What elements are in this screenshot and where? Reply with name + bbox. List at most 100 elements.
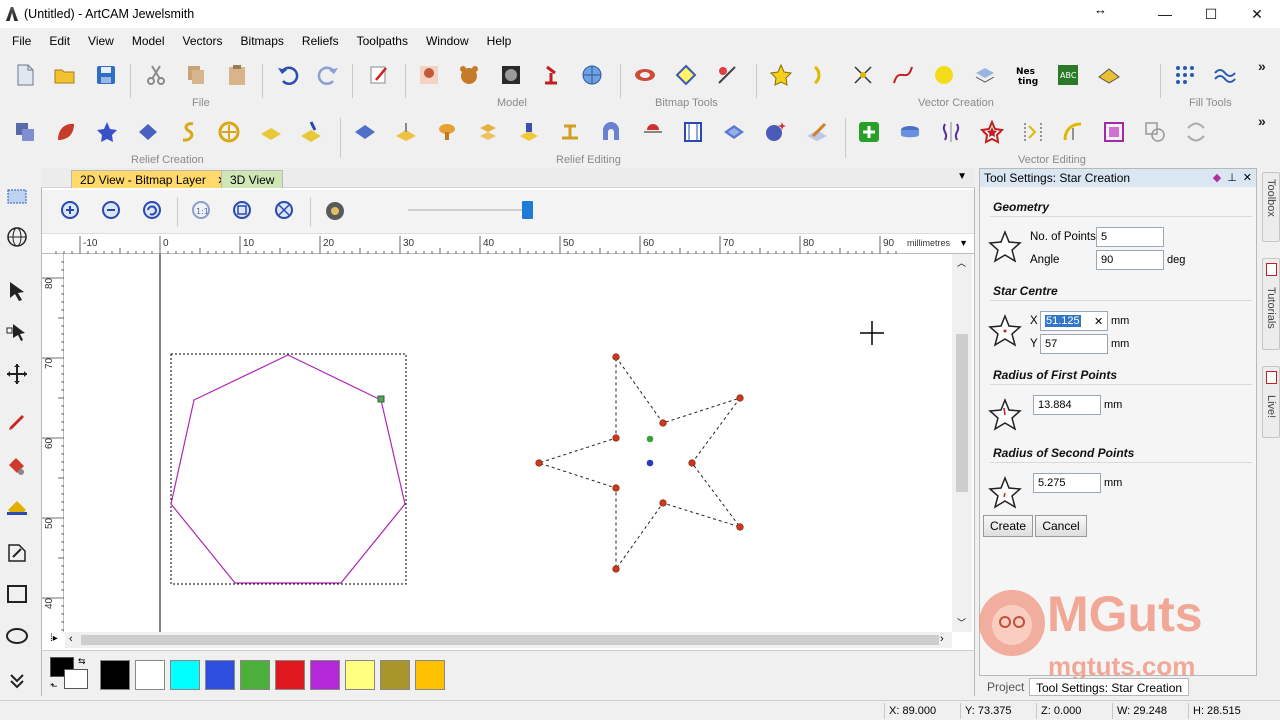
- bitmap-tools-icon[interactable]: [714, 62, 740, 88]
- node-edit-icon[interactable]: [850, 62, 876, 88]
- toolbar-overflow-2[interactable]: »: [1258, 113, 1266, 129]
- relief-extrude-icon[interactable]: [135, 119, 161, 145]
- layers-vector-icon[interactable]: [972, 62, 998, 88]
- tab-list-dropdown-icon[interactable]: ▼: [957, 171, 967, 182]
- wrap-vector-icon[interactable]: [1096, 62, 1122, 88]
- pencil-draw-icon[interactable]: [4, 409, 30, 435]
- redo-icon[interactable]: [316, 62, 342, 88]
- relief-star-burst-icon[interactable]: [762, 119, 788, 145]
- secondary-colour-swatch[interactable]: [64, 669, 88, 689]
- nesting-icon[interactable]: Nes ting: [1013, 62, 1039, 88]
- drawing-canvas[interactable]: [65, 254, 952, 632]
- relief-scale-icon[interactable]: [557, 119, 583, 145]
- relief-split-icon[interactable]: [475, 119, 501, 145]
- relief-smooth-icon[interactable]: [393, 119, 419, 145]
- menu-edit[interactable]: Edit: [43, 30, 76, 52]
- relief-arch-icon[interactable]: [598, 119, 624, 145]
- pin-icon[interactable]: ⊥: [1227, 169, 1237, 187]
- relief-mushroom-icon[interactable]: [434, 119, 460, 145]
- tab-tool-settings[interactable]: Tool Settings: Star Creation: [1029, 678, 1190, 696]
- zoom-slider-track[interactable]: [408, 209, 532, 211]
- undo-icon[interactable]: [274, 62, 300, 88]
- colour-swatch[interactable]: [345, 660, 375, 690]
- select-arrow-icon[interactable]: [4, 278, 30, 304]
- relief-paint-icon[interactable]: [298, 119, 324, 145]
- scroll-down-icon[interactable]: ﹀: [957, 616, 966, 629]
- copy-icon[interactable]: [183, 62, 209, 88]
- open-folder-icon[interactable]: [52, 62, 78, 88]
- save-icon[interactable]: [93, 62, 119, 88]
- paste-icon[interactable]: [224, 62, 250, 88]
- horizontal-scrollbar[interactable]: ‹ ›: [65, 632, 952, 648]
- reset-colours-icon[interactable]: ⬑: [50, 681, 58, 692]
- dock-tab-tutorials[interactable]: Tutorials: [1262, 258, 1280, 350]
- vector-group-icon[interactable]: [1101, 119, 1127, 145]
- vector-smooth-icon[interactable]: [1060, 119, 1086, 145]
- lamp-model-icon[interactable]: [538, 62, 564, 88]
- tab-project[interactable]: Project: [981, 678, 1030, 696]
- vector-offset-icon[interactable]: [979, 119, 1005, 145]
- zoom-extents-icon[interactable]: [272, 198, 298, 224]
- fill-wave-icon[interactable]: [1212, 62, 1238, 88]
- vector-pen-icon[interactable]: [4, 540, 30, 566]
- toolbar-overflow-1[interactable]: »: [1258, 58, 1266, 74]
- more-tools-icon[interactable]: [4, 671, 30, 691]
- panel-close-icon[interactable]: ✕: [1243, 169, 1252, 187]
- menu-reliefs[interactable]: Reliefs: [296, 30, 345, 52]
- first-radius-input[interactable]: 13.884: [1033, 395, 1101, 415]
- menu-view[interactable]: View: [82, 30, 120, 52]
- menu-toolpaths[interactable]: Toolpaths: [351, 30, 414, 52]
- node-select-icon[interactable]: [4, 319, 30, 345]
- eraser-icon[interactable]: [4, 493, 30, 519]
- paint-bucket-icon[interactable]: [4, 452, 30, 478]
- sphere-mesh-icon[interactable]: [579, 62, 605, 88]
- clear-input-icon[interactable]: ✕: [1094, 315, 1103, 328]
- bear-model-icon[interactable]: [456, 62, 482, 88]
- vector-weld-icon[interactable]: [1142, 119, 1168, 145]
- view-settings-gear-icon[interactable]: [322, 198, 348, 224]
- ruler-toggle-icon[interactable]: ⁞▸: [50, 633, 58, 644]
- eraser-header-icon[interactable]: ◆: [1213, 169, 1221, 187]
- vector-add-icon[interactable]: [856, 119, 882, 145]
- vertical-scrollbar[interactable]: ︿ ﹀: [952, 254, 972, 632]
- zoom-slider-thumb[interactable]: [522, 201, 533, 219]
- relief-leaf-icon[interactable]: [53, 119, 79, 145]
- bitmap-to-vector-icon[interactable]: [632, 62, 658, 88]
- zoom-out-icon[interactable]: [99, 198, 125, 224]
- ellipse-tool-icon[interactable]: [4, 623, 30, 649]
- create-button[interactable]: Create: [983, 515, 1033, 537]
- colour-swatch[interactable]: [415, 660, 445, 690]
- zoom-actual-icon[interactable]: 1:1: [189, 198, 215, 224]
- colour-swatch[interactable]: [240, 660, 270, 690]
- globe-view-icon[interactable]: [4, 224, 30, 250]
- transform-move-icon[interactable]: [4, 361, 30, 387]
- colour-swatch[interactable]: [100, 660, 130, 690]
- dock-tab-live[interactable]: Live!: [1262, 366, 1280, 438]
- menu-bitmaps[interactable]: Bitmaps: [235, 30, 290, 52]
- relief-edit-plane-icon[interactable]: [352, 119, 378, 145]
- maximize-button[interactable]: ☐: [1188, 0, 1234, 28]
- grayscale-model-icon[interactable]: [498, 62, 524, 88]
- relief-clip-icon[interactable]: [640, 119, 666, 145]
- menu-model[interactable]: Model: [126, 30, 171, 52]
- relief-spin-icon[interactable]: [176, 119, 202, 145]
- minimize-button[interactable]: —: [1142, 0, 1188, 28]
- menu-window[interactable]: Window: [420, 30, 475, 52]
- zoom-box-icon[interactable]: [230, 198, 256, 224]
- horizontal-scroll-thumb[interactable]: [81, 635, 939, 645]
- dock-tab-toolbox[interactable]: Toolbox: [1262, 172, 1280, 242]
- colour-swatch[interactable]: [135, 660, 165, 690]
- centre-y-input[interactable]: 57: [1040, 334, 1108, 354]
- relief-plane-icon[interactable]: [258, 119, 284, 145]
- new-file-icon[interactable]: [12, 62, 38, 88]
- blob-vector-icon[interactable]: [931, 62, 957, 88]
- arc-vector-icon[interactable]: [808, 62, 834, 88]
- fill-pattern-icon[interactable]: [1172, 62, 1198, 88]
- star-vector-icon[interactable]: [768, 62, 794, 88]
- menu-help[interactable]: Help: [481, 30, 518, 52]
- edit-notes-icon[interactable]: [366, 62, 392, 88]
- colour-swatch[interactable]: [380, 660, 410, 690]
- zoom-previous-icon[interactable]: [140, 198, 166, 224]
- colour-swatch[interactable]: [170, 660, 200, 690]
- angle-input[interactable]: 90: [1096, 250, 1164, 270]
